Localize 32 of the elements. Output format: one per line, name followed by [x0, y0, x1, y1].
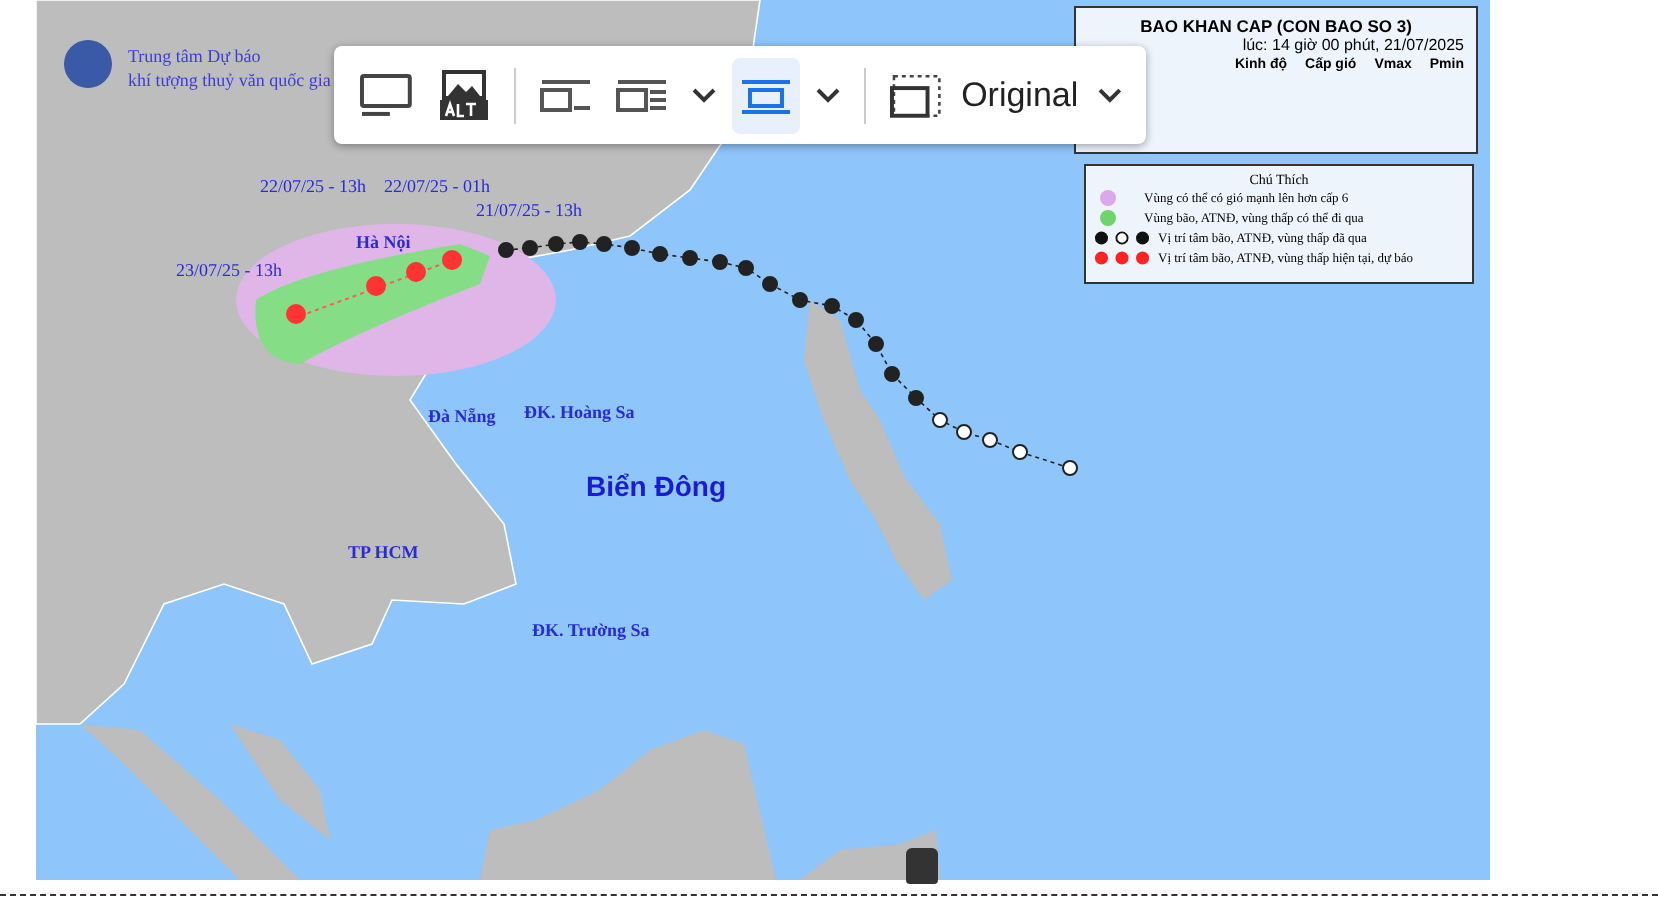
storm-zone-swatch-icon	[1100, 210, 1116, 226]
bulletin-title: BAO KHAN CAP (CON BAO SO 3)	[1140, 16, 1412, 36]
drag-handle[interactable]	[906, 848, 938, 884]
map-label: ĐK. Hoàng Sa	[524, 402, 635, 422]
map-label: Đà Nẵng	[428, 406, 496, 426]
crop-frame-icon	[889, 73, 942, 117]
map-label: Biển Đông	[586, 470, 726, 502]
map-label: Hà Nội	[356, 232, 411, 252]
logo-icon	[64, 40, 112, 88]
map-label: ĐK. Trường Sa	[532, 620, 650, 640]
map-label: TP HCM	[348, 542, 419, 562]
island-shape	[230, 724, 330, 840]
map-label: 22/07/25 - 13h	[260, 176, 366, 196]
map-label: 22/07/25 - 01h	[384, 176, 490, 196]
chevron-down-icon	[815, 87, 840, 103]
wrap-option-button[interactable]	[731, 57, 800, 133]
bulletin-time: lúc: 14 giờ 00 phút, 21/07/2025	[1242, 36, 1464, 54]
image-size-dropdown[interactable]: Original	[881, 57, 1131, 133]
break-layout-icon	[739, 75, 792, 115]
storm-symbols-icon	[1094, 250, 1150, 266]
wrap-layout-icon	[615, 75, 668, 115]
wind-zone-swatch-icon	[1100, 190, 1116, 206]
chevron-down-icon	[691, 87, 716, 103]
agency-name: khí tượng thuỷ văn quốc gia	[128, 68, 331, 92]
monitor-icon	[358, 71, 414, 119]
inline-layout-icon	[539, 75, 592, 115]
storm-symbols-icon	[1094, 230, 1150, 246]
map-label: 23/07/25 - 13h	[176, 260, 282, 280]
chevron-down-icon	[1098, 87, 1123, 103]
agency-name: Trung tâm Dự báo	[128, 44, 263, 68]
map-label: 21/07/25 - 13h	[476, 200, 582, 220]
alt-image-icon	[437, 69, 490, 121]
